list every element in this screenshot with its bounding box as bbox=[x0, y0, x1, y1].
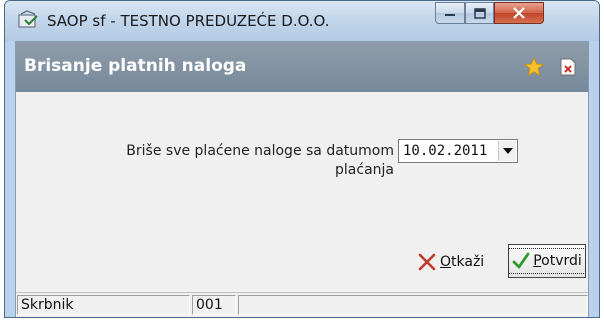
window-titlebar[interactable]: SAOP sf - TESTNO PREDUZEĆE D.O.O. bbox=[5, 1, 599, 41]
confirm-button-label: Potvrdi bbox=[533, 253, 582, 269]
dropdown-button[interactable] bbox=[498, 141, 516, 161]
app-icon bbox=[17, 10, 39, 30]
window-title: SAOP sf - TESTNO PREDUZEĆE D.O.O. bbox=[47, 12, 330, 30]
date-field-label: Briše sve plaćene naloge sa datumom plać… bbox=[100, 142, 394, 180]
status-code: 001 bbox=[192, 295, 236, 315]
label-line-2: plaćanja bbox=[335, 162, 394, 178]
confirm-focus-rect: Potvrdi bbox=[508, 248, 586, 274]
app-window: SAOP sf - TESTNO PREDUZEĆE D.O.O. Brisan… bbox=[4, 0, 600, 318]
checkmark-icon bbox=[512, 252, 530, 269]
maximize-button[interactable] bbox=[465, 2, 494, 24]
maximize-icon bbox=[473, 7, 486, 19]
star-icon[interactable] bbox=[523, 56, 545, 77]
payment-date-combobox[interactable]: 10.02.2011 bbox=[398, 139, 518, 163]
dialog-header: Brisanje platnih naloga bbox=[16, 42, 588, 92]
dialog-title: Brisanje platnih naloga bbox=[24, 56, 247, 76]
status-bar: Skrbnik 001 bbox=[16, 292, 588, 317]
cancel-button-label: Otkaži bbox=[440, 254, 485, 270]
cancel-x-icon bbox=[418, 253, 436, 271]
dialog-panel: Brisanje platnih naloga Briše sve plaćen… bbox=[15, 41, 589, 317]
status-extra bbox=[238, 295, 588, 315]
minimize-icon bbox=[445, 14, 455, 16]
chevron-down-icon bbox=[502, 148, 513, 154]
close-window-button[interactable] bbox=[494, 2, 544, 24]
payment-date-value[interactable]: 10.02.2011 bbox=[403, 143, 487, 159]
minimize-button[interactable] bbox=[435, 2, 465, 24]
close-document-icon[interactable] bbox=[560, 58, 576, 76]
cancel-button[interactable]: Otkaži bbox=[418, 249, 504, 275]
close-icon bbox=[513, 7, 525, 19]
confirm-button[interactable]: Potvrdi bbox=[508, 244, 586, 278]
label-line-1: Briše sve plaćene naloge sa datumom bbox=[126, 143, 394, 159]
status-user: Skrbnik bbox=[17, 295, 190, 315]
